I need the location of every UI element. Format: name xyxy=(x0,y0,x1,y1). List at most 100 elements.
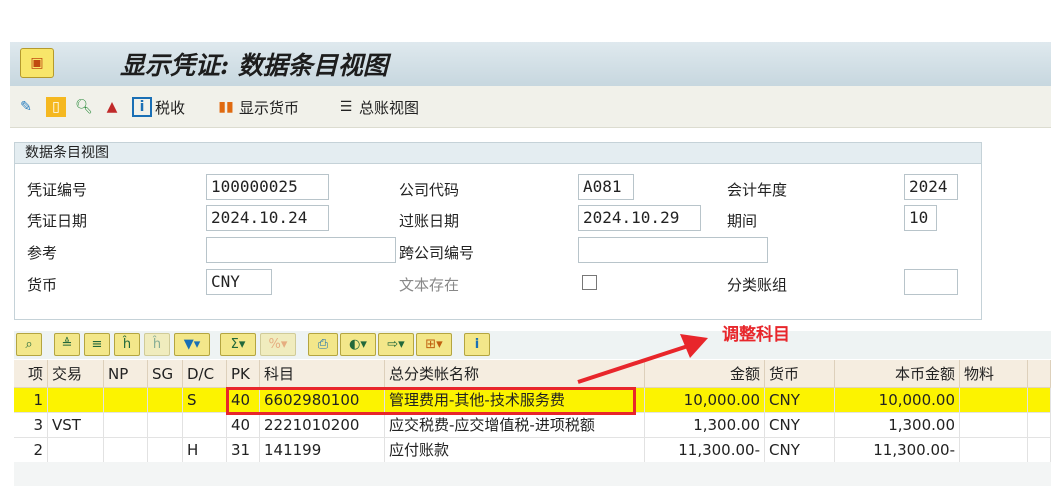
print-button[interactable]: ⎙ xyxy=(308,333,338,356)
magnifier-icon: ⌕ xyxy=(25,337,33,352)
page-title: 显示凭证: 数据条目视图 xyxy=(120,51,388,80)
reference-label: 参考 xyxy=(27,244,58,262)
document-button[interactable]: ▯ xyxy=(46,96,66,118)
table-cell: 10,000.00 xyxy=(835,388,960,412)
column-header[interactable]: 本币金额 xyxy=(835,360,960,387)
subtotal-button[interactable]: %▾ xyxy=(260,333,296,356)
table-cell: CNY xyxy=(765,413,835,437)
table-cell: 10,000.00 xyxy=(645,388,765,412)
column-header[interactable] xyxy=(1028,360,1051,387)
sum-button[interactable]: Σ▾ xyxy=(220,333,256,356)
info-button[interactable]: i xyxy=(464,333,490,356)
display-change-button[interactable]: ✎ xyxy=(16,96,36,118)
gl-view-label: 总账视图 xyxy=(359,98,420,117)
tax-label: 税收 xyxy=(155,98,186,117)
find-button[interactable]: ĥ xyxy=(114,333,140,356)
export-icon: ⇨▾ xyxy=(387,337,405,352)
ledger-icon: ☰ xyxy=(339,99,353,115)
table-cell: 2 xyxy=(14,438,48,462)
table-cell xyxy=(1028,388,1051,412)
grid-toolbar: ⌕ ≜ ≡ ĥ ĥ ▼▾ Σ▾ %▾ ⎙ ◐▾ ⇨▾ ⊞▾ i xyxy=(14,331,1051,359)
view-icon: ◐▾ xyxy=(349,337,367,352)
column-header[interactable]: 科目 xyxy=(260,360,385,387)
table-cell xyxy=(183,413,227,437)
table-cell xyxy=(48,388,104,412)
table-cell xyxy=(148,438,183,462)
filter-button[interactable]: ▼▾ xyxy=(174,333,210,356)
table-cell: 应付账款 xyxy=(385,438,645,462)
cross-company-label: 跨公司编号 xyxy=(399,244,475,262)
table-cell xyxy=(1028,438,1051,462)
doc-no-label: 凭证编号 xyxy=(27,181,88,199)
search-button[interactable]: 🔍︎ xyxy=(74,96,94,118)
doc-date-label: 凭证日期 xyxy=(27,212,88,230)
views-button[interactable]: ◐▾ xyxy=(340,333,376,356)
hat-button[interactable]: ▲ xyxy=(102,96,122,118)
period-field[interactable]: 10 xyxy=(904,205,937,231)
panel-title: 数据条目视图 xyxy=(15,143,981,164)
company-field[interactable]: A081 xyxy=(578,174,634,200)
app-menu-icon[interactable]: ▣ xyxy=(20,48,54,78)
ledger-group-label: 分类账组 xyxy=(727,276,788,294)
tax-button[interactable]: i 税收 xyxy=(132,96,185,118)
table-cell xyxy=(148,413,183,437)
table-cell: 40 xyxy=(227,413,260,437)
column-header[interactable]: D/C xyxy=(183,360,227,387)
sort-desc-button[interactable]: ≡ xyxy=(84,333,110,356)
find-next-button[interactable]: ĥ xyxy=(144,333,170,356)
reference-field[interactable] xyxy=(206,237,396,263)
column-header[interactable]: 货币 xyxy=(765,360,835,387)
glasses-pencil-icon: ✎ xyxy=(20,99,32,115)
table-row[interactable]: 3 VST 40 2221010200 应交税费-应交增值税-进项税额 1,300.00 C… xyxy=(14,413,1051,438)
column-header[interactable]: 交易 xyxy=(48,360,104,387)
table-cell: H xyxy=(183,438,227,462)
layout-button[interactable]: ⊞▾ xyxy=(416,333,452,356)
app-toolbar: ✎ ▯ 🔍︎ ▲ i 税收 ▮▮ 显示货币 ☰ 总账视图 xyxy=(10,86,1051,128)
doc-no-field[interactable]: 100000025 xyxy=(206,174,329,200)
table-header: 项交易 NP SG D/C PK 科目 总分类帐名称 金额 货币 本币金额 物料 xyxy=(14,360,1051,388)
sigma-icon: Σ▾ xyxy=(230,337,246,352)
column-header[interactable]: SG xyxy=(148,360,183,387)
table-cell: CNY xyxy=(765,388,835,412)
binoculars-icon: ĥ xyxy=(122,337,132,352)
currency-label: 货币 xyxy=(27,276,58,294)
sort-ascending-icon: ≜ xyxy=(61,337,73,352)
doc-date-field[interactable]: 2024.10.24 xyxy=(206,205,329,231)
title-bar: ▣ 显示凭证: 数据条目视图 xyxy=(10,42,1051,86)
details-button[interactable]: ⌕ xyxy=(16,333,42,356)
currency-field[interactable]: CNY xyxy=(206,269,272,295)
column-header[interactable]: 物料 xyxy=(960,360,1028,387)
ledger-group-field[interactable] xyxy=(904,269,958,295)
export-button[interactable]: ⇨▾ xyxy=(378,333,414,356)
magnifier-icon: 🔍︎ xyxy=(75,99,93,115)
table-cell: 11,300.00- xyxy=(645,438,765,462)
currency-icon: ▮▮ xyxy=(218,99,234,115)
text-exists-checkbox[interactable] xyxy=(582,275,597,290)
fiscal-year-field[interactable]: 2024 xyxy=(904,174,958,200)
post-date-label: 过账日期 xyxy=(399,212,460,230)
table-cell: 141199 xyxy=(260,438,385,462)
table-cell xyxy=(48,438,104,462)
table-cell: CNY xyxy=(765,438,835,462)
column-header[interactable]: PK xyxy=(227,360,260,387)
table-row[interactable]: 2 H 31 141199 应付账款 11,300.00- CNY 11,300.00- xyxy=(14,438,1051,463)
cross-company-field[interactable] xyxy=(578,237,768,263)
gl-view-button[interactable]: ☰ 总账视图 xyxy=(336,96,419,118)
table-cell: 2221010200 xyxy=(260,413,385,437)
table-cell xyxy=(960,438,1028,462)
column-header[interactable]: 项 xyxy=(14,360,48,387)
table-cell: 1 xyxy=(14,388,48,412)
table-cell xyxy=(104,413,148,437)
post-date-field[interactable]: 2024.10.29 xyxy=(578,205,701,231)
info-icon: i xyxy=(474,337,480,352)
sort-asc-button[interactable]: ≜ xyxy=(54,333,80,356)
company-label: 公司代码 xyxy=(399,181,460,199)
entry-view-panel: 数据条目视图 凭证编号 100000025 公司代码 A081 会计年度 202… xyxy=(14,142,982,320)
table-cell xyxy=(104,388,148,412)
annotation-label: 调整科目 xyxy=(722,325,790,345)
info-icon: i xyxy=(132,97,152,117)
show-currency-button[interactable]: ▮▮ 显示货币 xyxy=(216,96,299,118)
text-exists-label: 文本存在 xyxy=(399,276,460,294)
column-header[interactable]: NP xyxy=(104,360,148,387)
hat-icon: ▲ xyxy=(106,99,118,115)
